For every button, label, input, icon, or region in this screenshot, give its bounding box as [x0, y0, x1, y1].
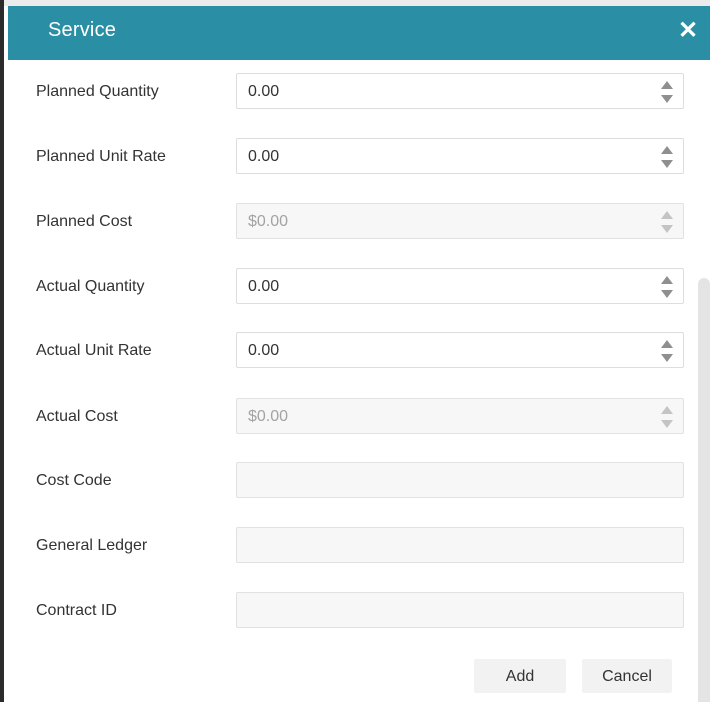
arrow-down-icon[interactable] — [661, 95, 673, 103]
contract-id-input — [236, 592, 684, 628]
actual-quantity-label: Actual Quantity — [36, 278, 145, 295]
general-ledger-input — [236, 527, 684, 563]
dialog-title: Service — [48, 19, 117, 41]
arrow-up-icon — [661, 211, 673, 219]
planned-quantity-row: Planned Quantity 0.00 — [4, 73, 710, 109]
planned-unit-rate-row: Planned Unit Rate 0.00 — [4, 138, 710, 174]
actual-cost-row: Actual Cost $0.00 — [4, 398, 710, 434]
actual-unit-rate-row: Actual Unit Rate 0.00 — [4, 332, 710, 368]
planned-quantity-label: Planned Quantity — [36, 83, 159, 100]
cost-code-input — [236, 462, 684, 498]
planned-quantity-input[interactable]: 0.00 — [236, 73, 684, 109]
actual-cost-label: Actual Cost — [36, 408, 118, 425]
actual-quantity-value: 0.00 — [248, 278, 280, 295]
actual-cost-spinner — [661, 404, 673, 430]
add-button[interactable]: Add — [474, 659, 566, 693]
cost-code-row: Cost Code — [4, 462, 710, 498]
dialog-header: Service ✕ — [8, 6, 710, 60]
arrow-up-icon[interactable] — [661, 146, 673, 154]
planned-unit-rate-spinner[interactable] — [661, 144, 673, 170]
arrow-up-icon — [661, 406, 673, 414]
actual-unit-rate-input[interactable]: 0.00 — [236, 332, 684, 368]
actual-quantity-input[interactable]: 0.00 — [236, 268, 684, 304]
general-ledger-label: General Ledger — [36, 537, 148, 554]
contract-id-label: Contract ID — [36, 602, 117, 619]
vertical-scrollbar[interactable] — [698, 278, 710, 702]
general-ledger-row: General Ledger — [4, 527, 710, 563]
cost-code-label: Cost Code — [36, 472, 112, 489]
planned-unit-rate-input[interactable]: 0.00 — [236, 138, 684, 174]
planned-cost-label: Planned Cost — [36, 213, 133, 230]
actual-unit-rate-label: Actual Unit Rate — [36, 342, 152, 359]
arrow-up-icon[interactable] — [661, 81, 673, 89]
planned-cost-value: $0.00 — [248, 213, 289, 230]
actual-unit-rate-spinner[interactable] — [661, 338, 673, 364]
actual-cost-value: $0.00 — [248, 408, 289, 425]
planned-cost-row: Planned Cost $0.00 — [4, 203, 710, 239]
arrow-down-icon — [661, 225, 673, 233]
contract-id-row: Contract ID — [4, 592, 710, 628]
close-icon[interactable]: ✕ — [676, 14, 700, 48]
actual-cost-input: $0.00 — [236, 398, 684, 434]
arrow-up-icon[interactable] — [661, 276, 673, 284]
arrow-down-icon — [661, 420, 673, 428]
actual-quantity-spinner[interactable] — [661, 274, 673, 300]
arrow-down-icon[interactable] — [661, 354, 673, 362]
arrow-up-icon[interactable] — [661, 340, 673, 348]
arrow-down-icon[interactable] — [661, 160, 673, 168]
planned-quantity-spinner[interactable] — [661, 79, 673, 105]
planned-quantity-value: 0.00 — [248, 83, 280, 100]
service-dialog: Service ✕ Planned Quantity 0.00 Planned Un… — [0, 0, 710, 702]
planned-unit-rate-value: 0.00 — [248, 148, 280, 165]
planned-unit-rate-label: Planned Unit Rate — [36, 148, 166, 165]
actual-unit-rate-value: 0.00 — [248, 342, 280, 359]
planned-cost-spinner — [661, 209, 673, 235]
actual-quantity-row: Actual Quantity 0.00 — [4, 268, 710, 304]
cancel-button[interactable]: Cancel — [582, 659, 672, 693]
planned-cost-input: $0.00 — [236, 203, 684, 239]
arrow-down-icon[interactable] — [661, 290, 673, 298]
